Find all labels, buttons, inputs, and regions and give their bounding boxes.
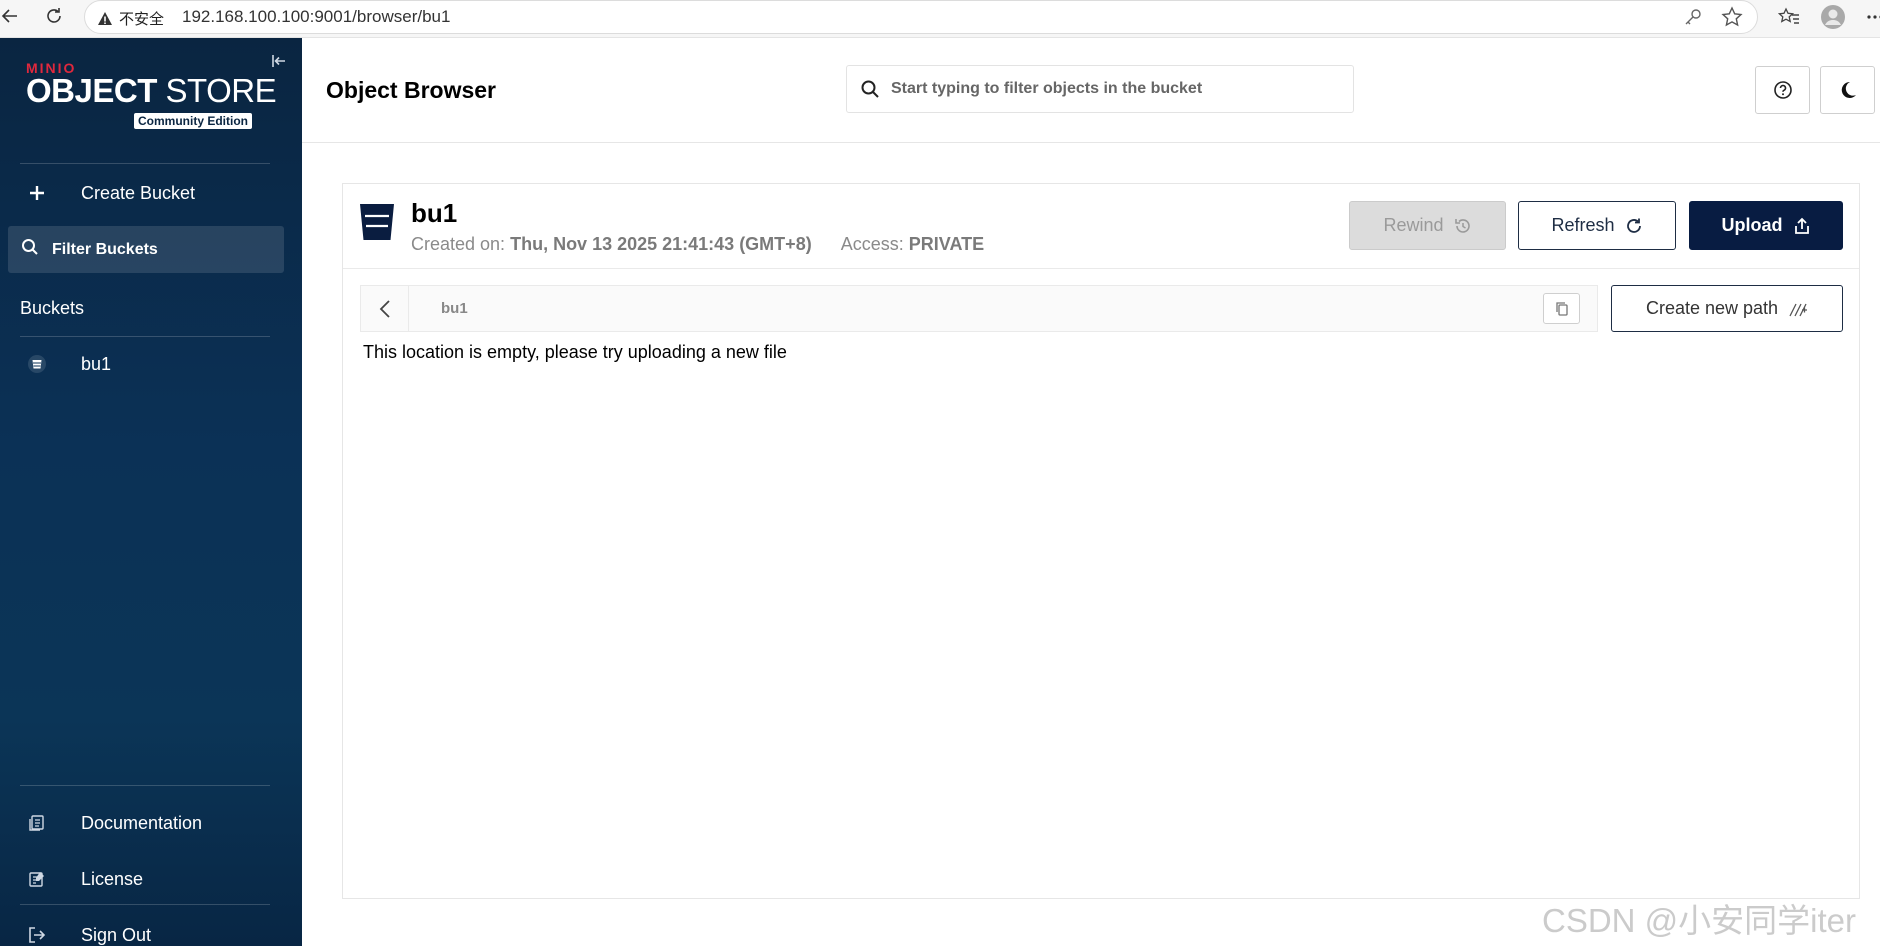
- documentation-link[interactable]: Documentation: [0, 803, 302, 843]
- profile-avatar-icon[interactable]: [1820, 4, 1846, 30]
- new-path-icon: [1789, 303, 1808, 316]
- security-label: 不安全: [119, 11, 165, 28]
- sign-out-button[interactable]: Sign Out: [0, 915, 302, 946]
- create-bucket-button[interactable]: Create Bucket: [0, 173, 302, 213]
- created-value: Thu, Nov 13 2025 21:41:43 (GMT+8): [510, 234, 812, 254]
- create-bucket-label: Create Bucket: [81, 182, 196, 203]
- chevron-left-icon: [379, 299, 390, 318]
- edition-badge: Community Edition: [134, 113, 252, 129]
- refresh-icon: [1626, 218, 1641, 233]
- bucket-icon: [359, 202, 395, 247]
- help-icon: [1773, 81, 1792, 99]
- breadcrumb-path[interactable]: bu1: [441, 300, 468, 317]
- divider: [20, 336, 270, 337]
- divider: [20, 163, 270, 164]
- refresh-button[interactable]: Refresh: [1518, 201, 1676, 250]
- copy-path-button[interactable]: [1543, 293, 1580, 324]
- url-text[interactable]: 192.168.100.100:9001/browser/bu1: [182, 7, 450, 27]
- sign-out-icon: [25, 923, 49, 946]
- create-new-path-button[interactable]: Create new path: [1611, 285, 1843, 332]
- object-search-input[interactable]: [891, 76, 1331, 102]
- access-value: PRIVATE: [908, 234, 985, 254]
- back-button[interactable]: [361, 286, 409, 331]
- sidebar: MINIO OBJECT STORE Community Edition Cre…: [0, 38, 302, 946]
- buckets-heading: Buckets: [20, 298, 85, 318]
- collapse-sidebar-icon[interactable]: [270, 52, 288, 75]
- minio-logo[interactable]: MINIO OBJECT STORE Community Edition: [26, 60, 277, 129]
- bucket-panel: bu1 Created on: Thu, Nov 13 2025 21:41:4…: [342, 183, 1860, 899]
- help-button[interactable]: [1755, 66, 1810, 114]
- page-title: Object Browser: [326, 77, 496, 103]
- license-link[interactable]: License: [0, 859, 302, 899]
- more-menu-icon[interactable]: [1862, 4, 1880, 30]
- bucket-label: bu1: [81, 353, 112, 374]
- bucket-icon: [25, 352, 49, 376]
- back-arrow-icon[interactable]: [0, 4, 22, 28]
- filter-buckets-placeholder: Filter Buckets: [52, 240, 158, 258]
- security-indicator[interactable]: 不安全: [97, 8, 164, 29]
- empty-state-message: This location is empty, please try uploa…: [363, 342, 787, 362]
- access-label: Access:: [840, 234, 904, 254]
- browser-toolbar: 不安全 192.168.100.100:9001/browser/bu1: [0, 0, 1880, 38]
- history-icon: [1454, 218, 1470, 233]
- create-new-path-label: Create new path: [1645, 298, 1779, 318]
- divider: [20, 904, 270, 905]
- favorites-icon[interactable]: [1776, 4, 1802, 30]
- copy-icon: [1555, 301, 1568, 316]
- divider: [20, 785, 270, 786]
- watermark: CSDN @小安同学iter: [1542, 902, 1857, 939]
- warning-icon: [98, 11, 112, 25]
- upload-label: Upload: [1721, 215, 1783, 235]
- license-icon: [25, 867, 49, 891]
- rewind-label: Rewind: [1383, 215, 1444, 235]
- documentation-icon: [25, 811, 49, 835]
- rewind-button[interactable]: Rewind: [1349, 201, 1506, 250]
- logo-title: OBJECT STORE: [26, 72, 277, 109]
- sign-out-label: Sign Out: [81, 924, 152, 945]
- search-icon: [21, 238, 39, 261]
- search-icon: [860, 79, 880, 104]
- bucket-header: bu1 Created on: Thu, Nov 13 2025 21:41:4…: [343, 184, 1859, 269]
- address-bar[interactable]: 不安全 192.168.100.100:9001/browser/bu1: [84, 0, 1758, 34]
- object-search-box[interactable]: [846, 65, 1354, 113]
- sidebar-item-bucket-bu1[interactable]: bu1: [0, 344, 302, 384]
- breadcrumb: bu1: [360, 285, 1598, 332]
- moon-icon: [1841, 81, 1856, 98]
- bucket-meta: Created on: Thu, Nov 13 2025 21:41:43 (G…: [411, 234, 984, 255]
- dark-mode-toggle[interactable]: [1820, 66, 1875, 114]
- created-label: Created on:: [411, 234, 506, 254]
- filter-buckets-input[interactable]: Filter Buckets: [8, 226, 284, 273]
- upload-icon: [1794, 217, 1809, 234]
- plus-icon: [25, 181, 49, 205]
- refresh-label: Refresh: [1551, 215, 1615, 235]
- documentation-label: Documentation: [81, 812, 203, 833]
- bookmark-star-icon[interactable]: [1721, 6, 1743, 33]
- key-icon[interactable]: [1683, 7, 1703, 32]
- reload-icon[interactable]: [42, 4, 66, 28]
- upload-button[interactable]: Upload: [1689, 201, 1843, 250]
- license-label: License: [81, 868, 144, 889]
- bucket-name: bu1: [411, 198, 458, 228]
- page-header: Object Browser: [302, 38, 1880, 143]
